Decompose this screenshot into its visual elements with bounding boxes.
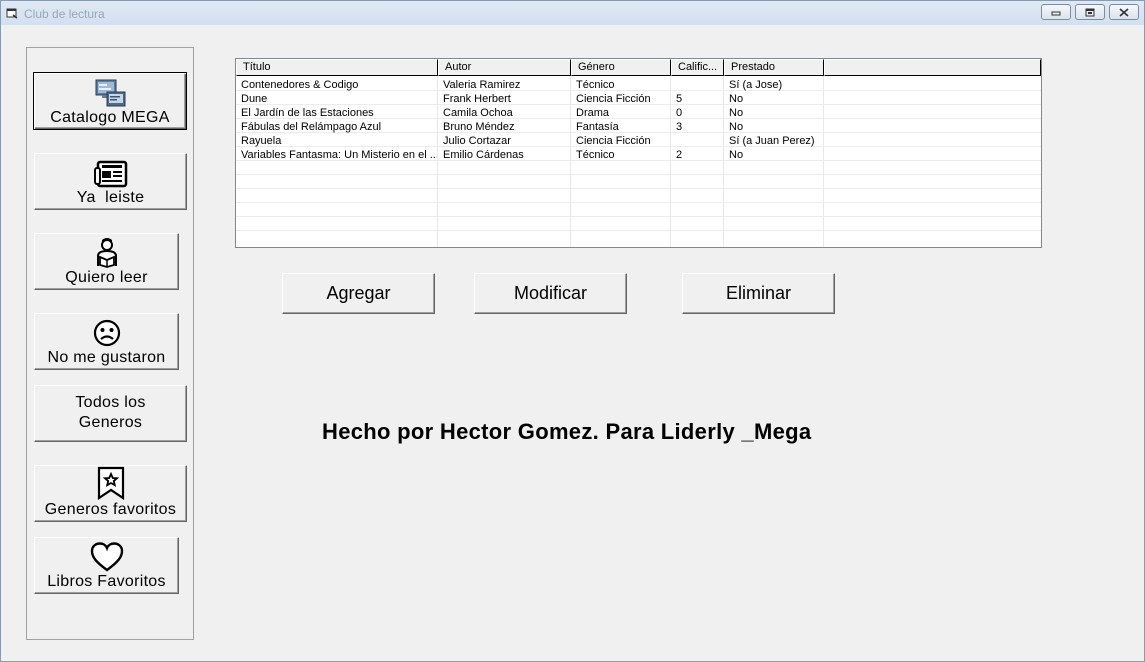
- maximize-button[interactable]: [1075, 4, 1105, 20]
- sidebar-item-ya-leiste[interactable]: Ya leiste: [34, 153, 187, 210]
- sidebar-item-label: Quiero leer: [65, 269, 148, 286]
- table-row[interactable]: Variables Fantasma: Un Misterio en el ..…: [236, 148, 1041, 162]
- cell-prestado: Sí (a Jose): [729, 79, 783, 91]
- sidebar-item-label: Libros Favoritos: [47, 573, 166, 590]
- cell-genero: Técnico: [576, 149, 615, 161]
- cell-titulo: Fábulas del Relámpago Azul: [241, 121, 382, 133]
- sidebar-item-generos-favoritos[interactable]: Generos favoritos: [34, 465, 187, 522]
- books-table[interactable]: Título Autor Género Calific... Prestado …: [235, 58, 1042, 248]
- cell-prestado: No: [729, 121, 744, 133]
- cell-titulo: Dune: [241, 93, 268, 105]
- cell-autor: Camila Ochoa: [443, 107, 513, 119]
- cell-autor: Frank Herbert: [443, 93, 511, 105]
- newspaper-icon: [93, 160, 127, 188]
- sidebar-item-label: Catalogo MEGA: [50, 109, 170, 126]
- grid-line: [236, 202, 1041, 203]
- cell-prestado: Sí (a Juan Perez): [729, 135, 815, 147]
- sidebar-item-label-line2: Generos: [78, 413, 143, 431]
- cell-calificacion: 0: [676, 107, 683, 119]
- cell-autor: Valeria Ramirez: [443, 79, 521, 91]
- cell-autor: Emilio Cárdenas: [443, 149, 524, 161]
- modify-button[interactable]: Modificar: [474, 273, 627, 314]
- minimize-button[interactable]: [1041, 4, 1071, 20]
- delete-button[interactable]: Eliminar: [682, 273, 835, 314]
- sidebar-item-quiero-leer[interactable]: Quiero leer: [34, 233, 179, 290]
- table-row[interactable]: Contenedores & Codigo Valeria Ramirez Té…: [236, 78, 1041, 92]
- sad-face-icon: [93, 319, 120, 347]
- cell-titulo: Rayuela: [241, 135, 282, 147]
- table-row[interactable]: Dune Frank Herbert Ciencia Ficción 5 No: [236, 92, 1041, 106]
- credit-label: Hecho por Hector Gomez. Para Liderly _Me…: [322, 419, 812, 444]
- grid-line: [236, 230, 1041, 231]
- column-header-prestado[interactable]: Prestado: [724, 59, 824, 76]
- grid-line: [236, 216, 1041, 217]
- column-header-titulo[interactable]: Título: [236, 59, 438, 76]
- table-row[interactable]: Fábulas del Relámpago Azul Bruno Méndez …: [236, 120, 1041, 134]
- title-bar[interactable]: Club de lectura: [1, 1, 1144, 25]
- column-header-autor[interactable]: Autor: [438, 59, 571, 76]
- cell-titulo: El Jardín de las Estaciones: [241, 107, 374, 119]
- cell-calificacion: 5: [676, 93, 683, 105]
- cell-genero: Drama: [576, 107, 610, 119]
- grid-line: [236, 188, 1041, 189]
- close-button[interactable]: [1109, 4, 1139, 20]
- cell-calificacion: 3: [676, 121, 683, 133]
- close-icon: [1119, 7, 1129, 17]
- table-header: Título Autor Género Calific... Prestado: [236, 59, 1041, 76]
- cell-prestado: No: [729, 93, 744, 105]
- cell-genero: Ciencia Ficción: [576, 93, 651, 105]
- sidebar-item-label-line1: Todos los: [75, 393, 146, 411]
- sidebar-item-label: Ya leiste: [76, 189, 145, 206]
- cell-titulo: Contenedores & Codigo: [241, 79, 359, 91]
- sidebar-item-no-me-gustaron[interactable]: No me gustaron: [34, 313, 179, 370]
- table-row[interactable]: Rayuela Julio Cortazar Ciencia Ficción S…: [236, 134, 1041, 148]
- cell-prestado: No: [729, 149, 744, 161]
- grid-line: [236, 174, 1041, 175]
- column-header-calificacion[interactable]: Calific...: [671, 59, 724, 76]
- minimize-icon: [1051, 11, 1061, 16]
- cell-genero: Técnico: [576, 79, 615, 91]
- cell-calificacion: [671, 134, 723, 148]
- heart-icon: [90, 542, 123, 572]
- app-icon: [6, 8, 18, 19]
- maximize-icon: [1085, 8, 1095, 16]
- sidebar-item-todos-los-generos[interactable]: Todos los Generos: [34, 385, 187, 442]
- add-button[interactable]: Agregar: [282, 273, 435, 314]
- table-row[interactable]: El Jardín de las Estaciones Camila Ochoa…: [236, 106, 1041, 120]
- sidebar-item-libros-favoritos[interactable]: Libros Favoritos: [34, 537, 179, 594]
- reader-person-icon: [96, 238, 117, 268]
- sidebar-item-catalogo-mega[interactable]: Catalogo MEGA: [33, 72, 187, 130]
- column-header-filler: [824, 59, 1041, 76]
- cell-titulo: Variables Fantasma: Un Misterio en el ..…: [241, 149, 437, 161]
- sidebar-item-label: No me gustaron: [47, 349, 166, 366]
- column-header-genero[interactable]: Género: [571, 59, 671, 76]
- cell-prestado: No: [729, 107, 744, 119]
- sidebar-item-label: Generos favoritos: [44, 501, 177, 518]
- cell-autor: Bruno Méndez: [443, 121, 515, 133]
- cell-calificacion: 2: [676, 149, 683, 161]
- cell-genero: Ciencia Ficción: [576, 135, 651, 147]
- bookmark-star-icon: [97, 466, 124, 500]
- cell-autor: Julio Cortazar: [443, 135, 511, 147]
- cell-genero: Fantasía: [576, 121, 619, 133]
- catalog-computer-icon: [95, 79, 126, 107]
- window-title: Club de lectura: [24, 7, 105, 21]
- cell-calificacion: [671, 78, 723, 92]
